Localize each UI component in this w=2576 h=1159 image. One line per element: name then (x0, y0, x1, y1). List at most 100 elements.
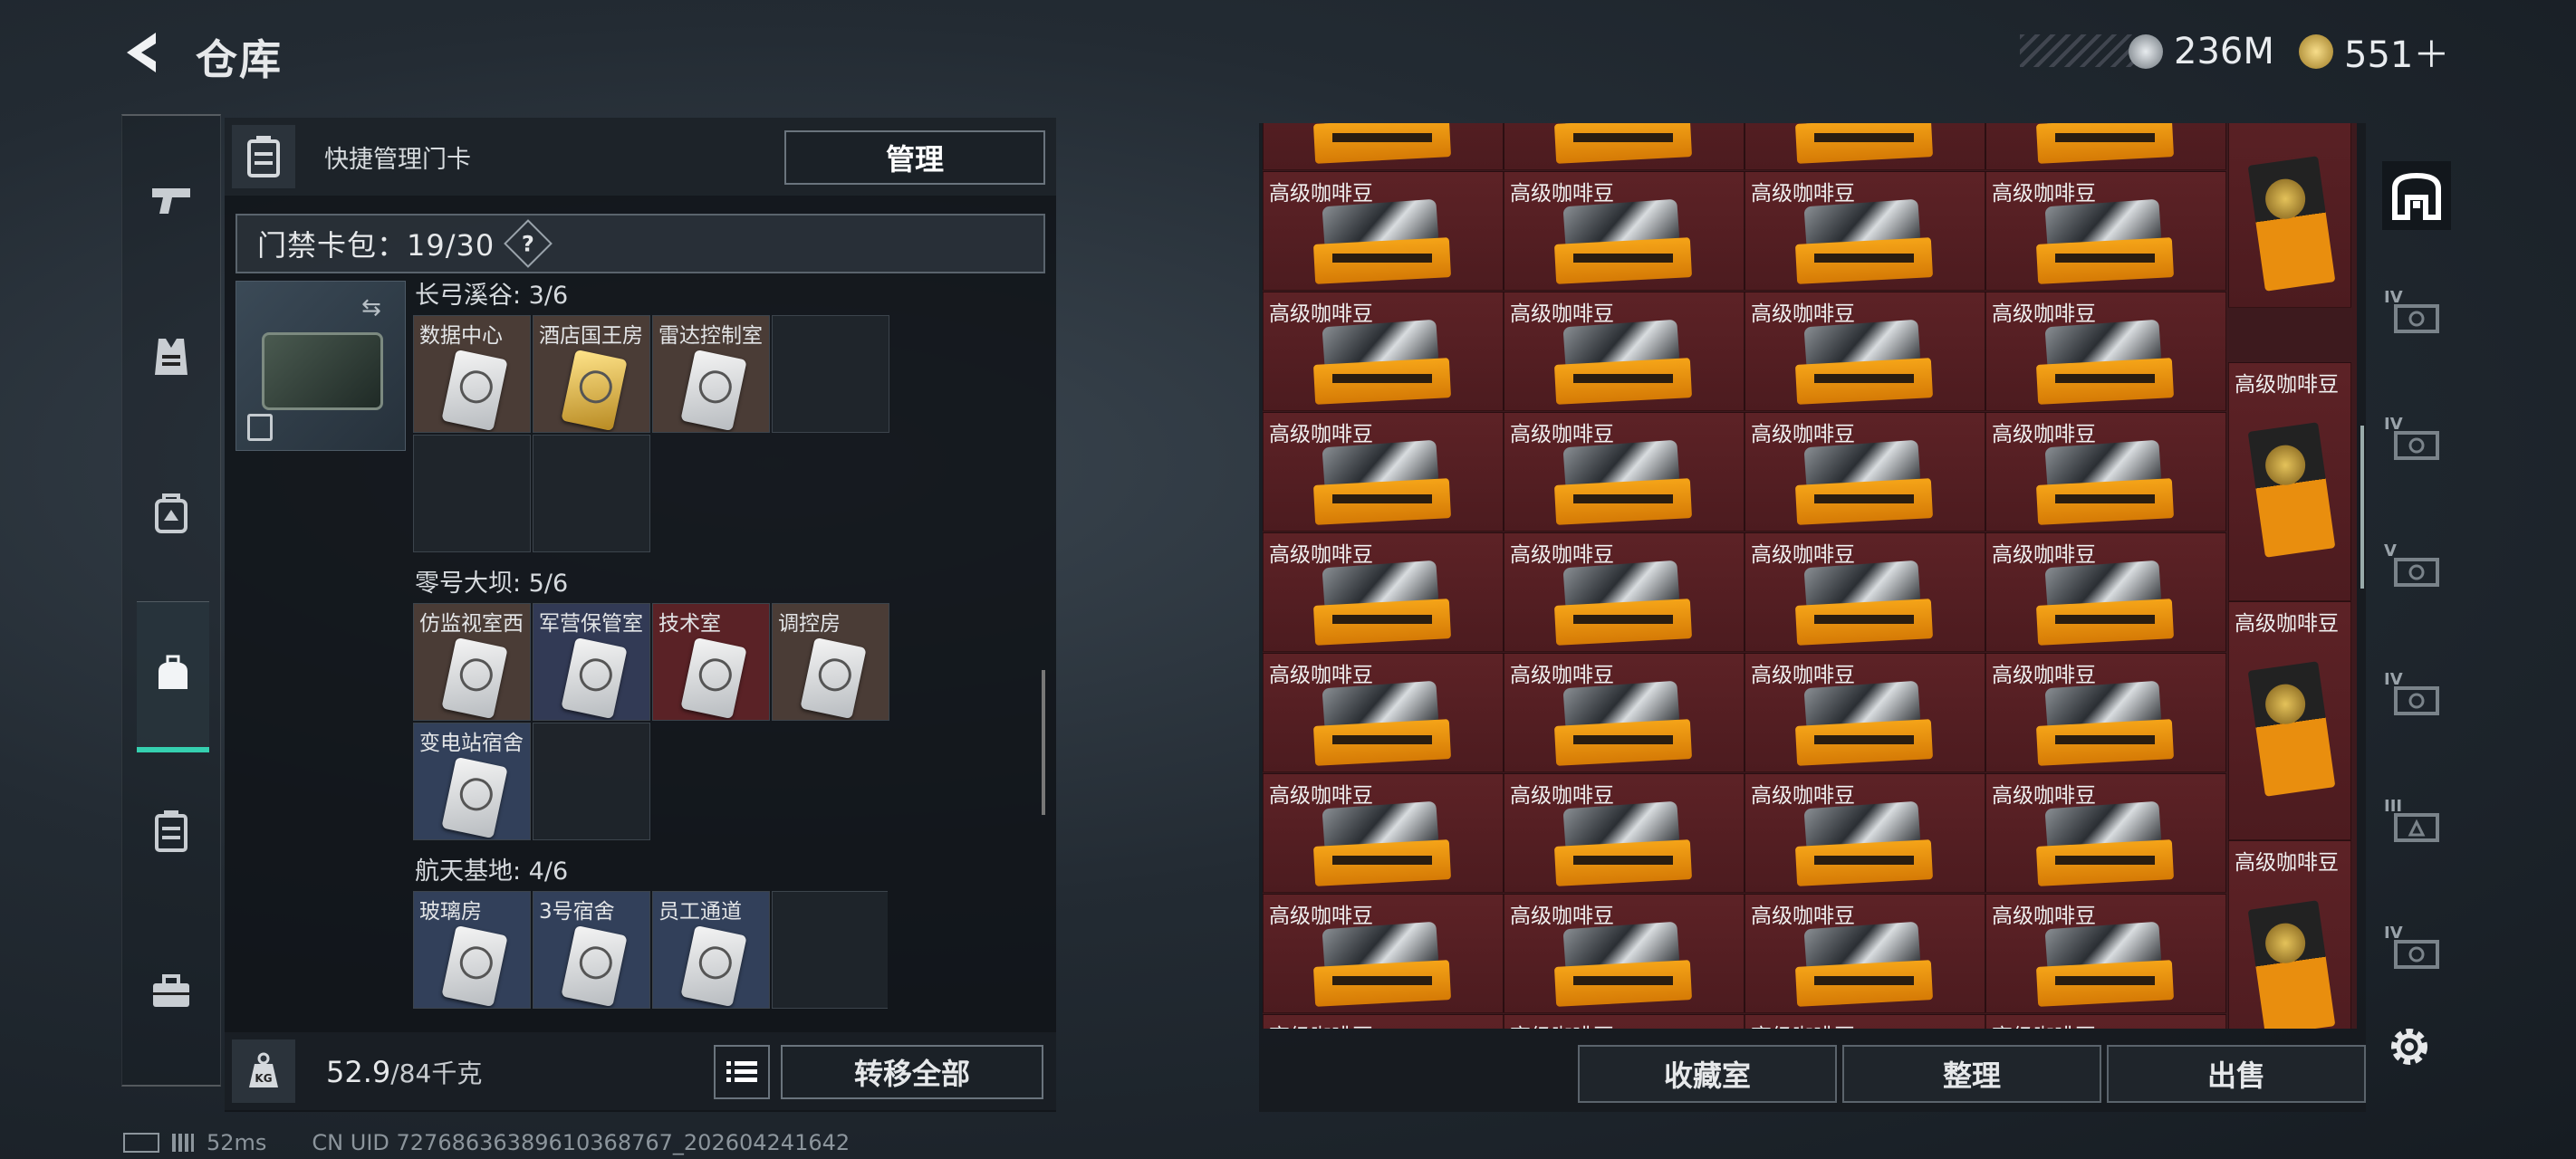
stash-item-premium-coffee-beans[interactable]: 高级咖啡豆 (1263, 532, 1504, 652)
carry-weight: 52.9/84千克 (326, 1054, 482, 1090)
keycard-case-slot[interactable]: ⇆ (235, 281, 406, 451)
stash-item-premium-coffee-beans[interactable]: 高级咖啡豆 (1504, 532, 1745, 652)
stash-item-premium-coffee-beans[interactable]: 高级咖啡豆 (1263, 292, 1504, 411)
item-label: 高级咖啡豆 (1269, 1019, 1373, 1029)
stash-item-coffee-bag-tall[interactable]: 高级咖啡豆 (2228, 840, 2351, 1029)
stash-item-premium-coffee-beans[interactable]: 高级咖啡豆 (1263, 1014, 1504, 1029)
keycard-slot[interactable]: 数据中心 (413, 315, 531, 433)
coffee-bag-icon (1553, 680, 1693, 766)
keycard-slot[interactable]: 雷达控制室 (652, 315, 770, 433)
nav-weapons[interactable] (135, 165, 207, 237)
stash-tab-2[interactable]: IV (2382, 284, 2451, 353)
empty-keycard-slot[interactable] (772, 891, 888, 1009)
battery-icon (123, 1133, 159, 1153)
stash-tab-main[interactable] (2382, 161, 2451, 230)
stash-item-premium-coffee-beans[interactable]: 高级咖啡豆 (1263, 412, 1504, 532)
empty-keycard-slot[interactable] (533, 723, 650, 840)
coffee-bag-icon (2035, 680, 2175, 766)
stash-item-premium-coffee-beans[interactable]: 高级咖啡豆 (1745, 412, 1985, 532)
stash-item-premium-coffee-beans[interactable]: 高级咖啡豆 (1985, 653, 2226, 772)
stash-item-premium-coffee-beans[interactable]: 高级咖啡豆 (1985, 292, 2226, 411)
stash-item-premium-coffee-beans[interactable]: 高级咖啡豆 (1504, 292, 1745, 411)
stash-item-premium-coffee-beans[interactable]: 高级咖啡豆 (1745, 532, 1985, 652)
stash-item-premium-coffee-beans[interactable]: 高级咖啡豆 (1745, 171, 1985, 291)
stash-tab-3[interactable]: IV (2382, 411, 2451, 480)
stash-scrollbar[interactable] (2360, 426, 2364, 589)
nav-backpack[interactable] (135, 476, 207, 549)
keycard-slot[interactable]: 酒店国王房 (533, 315, 650, 433)
coffee-bag-icon (2247, 900, 2336, 1029)
stash-item-premium-coffee-beans[interactable]: 高级咖啡豆 (1985, 412, 2226, 532)
keycard-slot[interactable]: 调控房 (772, 603, 889, 721)
item-label: 高级咖啡豆 (1269, 784, 1373, 808)
stash-item-premium-coffee-beans[interactable]: 高级咖啡豆 (1263, 653, 1504, 772)
keycard-slot[interactable]: 员工通道 (652, 891, 770, 1009)
stash-item-premium-coffee-beans[interactable]: 高级咖啡豆 (1985, 532, 2226, 652)
stash-item-premium-coffee-beans[interactable]: 高级咖啡豆 (1985, 894, 2226, 1013)
stash-item-premium-coffee-beans[interactable]: 高级咖啡豆 (1745, 653, 1985, 772)
quick-manage-header: 快捷管理门卡 管理 (225, 118, 1056, 196)
collection-room-button[interactable]: 收藏室 (1578, 1045, 1837, 1103)
item-label: 高级咖啡豆 (1992, 1019, 2096, 1029)
settings-gear-icon[interactable] (2382, 1020, 2437, 1074)
empty-keycard-slot[interactable] (413, 435, 531, 552)
empty-keycard-slot[interactable] (772, 315, 889, 433)
coffee-bag-icon (1312, 319, 1452, 405)
item-label: 高级咖啡豆 (1992, 905, 2096, 928)
stash-item-premium-coffee-beans[interactable]: 高级咖啡豆 (1263, 894, 1504, 1013)
stash-item-premium-coffee-beans[interactable]: 高级咖啡豆 (1504, 1014, 1745, 1029)
keycard-slot[interactable]: 技术室 (652, 603, 770, 721)
transfer-all-button[interactable]: 转移全部 (781, 1045, 1043, 1099)
stash-item-premium-coffee-beans[interactable]: 高级咖啡豆 (1745, 894, 1985, 1013)
stash-item-premium-coffee-beans[interactable] (1985, 123, 2226, 170)
stash-tab-4[interactable]: V (2382, 538, 2451, 607)
keycard-panel-scrollbar[interactable] (1042, 670, 1045, 815)
keycard-slot[interactable]: 变电站宿舍 (413, 723, 531, 840)
stash-item-coffee-bag-tall[interactable] (2228, 123, 2351, 308)
item-label: 高级咖啡豆 (1510, 664, 1614, 687)
stash-item-premium-coffee-beans[interactable] (1745, 123, 1985, 170)
stash-item-premium-coffee-beans[interactable]: 高级咖啡豆 (1504, 894, 1745, 1013)
sell-button[interactable]: 出售 (2107, 1045, 2366, 1103)
stash-item-premium-coffee-beans[interactable]: 高级咖啡豆 (1745, 773, 1985, 893)
stash-item-premium-coffee-beans[interactable]: 高级咖啡豆 (1504, 653, 1745, 772)
stash-item-premium-coffee-beans[interactable] (1263, 123, 1504, 170)
stash-item-premium-coffee-beans[interactable]: 高级咖啡豆 (1985, 1014, 2226, 1029)
list-icon (726, 1061, 757, 1082)
item-label: 高级咖啡豆 (1269, 905, 1373, 928)
nav-armor[interactable] (135, 321, 207, 393)
list-view-button[interactable] (714, 1045, 770, 1099)
stash-item-coffee-bag-tall[interactable]: 高级咖啡豆 (2228, 362, 2351, 601)
keycard-slot[interactable]: 3号宿舍 (533, 891, 650, 1009)
swap-icon[interactable]: ⇆ (361, 294, 381, 321)
gold-currency[interactable]: 551＋ (2299, 25, 2449, 78)
nav-toolbox[interactable] (135, 956, 207, 1029)
coffee-bag-icon (1312, 560, 1452, 646)
stash-item-coffee-bag-tall[interactable]: 高级咖啡豆 (2228, 601, 2351, 840)
item-label: 高级咖啡豆 (1510, 1019, 1614, 1029)
stash-item-premium-coffee-beans[interactable]: 高级咖啡豆 (1263, 171, 1504, 291)
stash-tab-7[interactable]: IV (2382, 920, 2451, 989)
keycard-slot[interactable]: 仿监视室西 (413, 603, 531, 721)
back-arrow-icon[interactable] (116, 25, 170, 80)
stash-item-premium-coffee-beans[interactable]: 高级咖啡豆 (1504, 412, 1745, 532)
stash-tab-6[interactable]: III (2382, 793, 2451, 862)
stash-item-premium-coffee-beans[interactable]: 高级咖啡豆 (1504, 773, 1745, 893)
stash-item-premium-coffee-beans[interactable]: 高级咖啡豆 (1745, 292, 1985, 411)
nav-stash[interactable] (137, 601, 209, 752)
keycard-slot[interactable]: 玻璃房 (413, 891, 531, 1009)
item-label: 高级咖啡豆 (1992, 302, 2096, 326)
stash-item-premium-coffee-beans[interactable]: 高级咖啡豆 (1745, 1014, 1985, 1029)
stash-item-premium-coffee-beans[interactable]: 高级咖啡豆 (1263, 773, 1504, 893)
help-icon[interactable]: ? (504, 219, 553, 268)
nav-keycard-case[interactable] (135, 795, 207, 867)
stash-item-premium-coffee-beans[interactable]: 高级咖啡豆 (1985, 171, 2226, 291)
stash-item-premium-coffee-beans[interactable]: 高级咖啡豆 (1504, 171, 1745, 291)
sort-button[interactable]: 整理 (1842, 1045, 2101, 1103)
stash-item-premium-coffee-beans[interactable] (1504, 123, 1745, 170)
stash-tab-5[interactable]: IV (2382, 666, 2451, 735)
empty-keycard-slot[interactable] (533, 435, 650, 552)
keycard-slot[interactable]: 军营保管室 (533, 603, 650, 721)
stash-item-premium-coffee-beans[interactable]: 高级咖啡豆 (1985, 773, 2226, 893)
manage-button[interactable]: 管理 (784, 130, 1045, 185)
